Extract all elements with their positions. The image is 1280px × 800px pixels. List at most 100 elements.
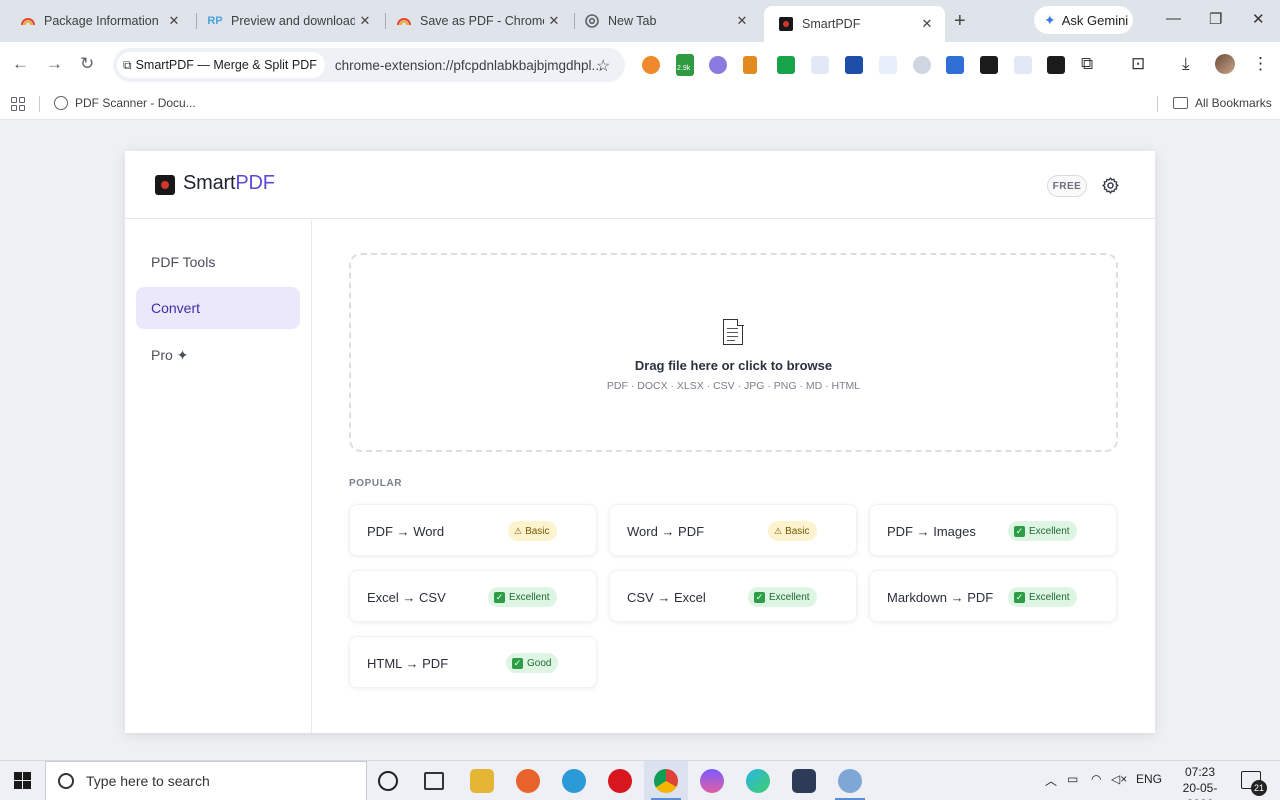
tool-card-pdf-to-word[interactable]: PDF → Word ⚠ Basic bbox=[349, 504, 597, 556]
shield-blue-icon[interactable] bbox=[845, 56, 863, 74]
file-dropzone[interactable]: Drag file here or click to browse PDF · … bbox=[349, 253, 1118, 452]
checkmark-icon: ✓ bbox=[494, 591, 505, 603]
clock-time: 07:23 bbox=[1184, 765, 1216, 779]
checkmark-icon: ✓ bbox=[754, 591, 765, 603]
minimize-icon[interactable]: — bbox=[1166, 10, 1181, 27]
volume-icon[interactable]: ◁× bbox=[1111, 772, 1127, 786]
quality-label: Excellent bbox=[1029, 525, 1070, 537]
task-view-icon[interactable] bbox=[424, 772, 444, 790]
chevron-up-icon[interactable]: ︿ bbox=[1045, 772, 1057, 789]
address-bar[interactable]: ⧉ SmartPDF — Merge & Split PDF chrome-ex… bbox=[113, 48, 625, 82]
green-flag-icon[interactable] bbox=[777, 56, 795, 74]
drop-app-icon[interactable] bbox=[700, 769, 724, 793]
close-icon[interactable]: ✕ bbox=[355, 13, 375, 29]
settings-gear-icon[interactable] bbox=[1101, 176, 1120, 195]
site-info-chip[interactable]: ⧉ SmartPDF — Merge & Split PDF bbox=[117, 52, 325, 78]
warning-icon: ⚠ bbox=[514, 525, 523, 536]
search-icon bbox=[58, 773, 74, 789]
translate-icon[interactable] bbox=[1014, 56, 1032, 74]
back-arrow-icon[interactable]: ← bbox=[12, 54, 29, 74]
browser-tab[interactable]: Package Information ✕ bbox=[6, 7, 192, 35]
opera-icon[interactable] bbox=[608, 769, 632, 793]
tool-card-markdown-to-pdf[interactable]: Markdown → PDF ✓ Excellent bbox=[869, 570, 1117, 622]
file-explorer-icon[interactable] bbox=[470, 769, 494, 793]
forward-arrow-icon[interactable]: → bbox=[46, 54, 63, 74]
windows-start-icon[interactable] bbox=[14, 772, 31, 789]
site-name: SmartPDF — Merge & Split PDF bbox=[135, 58, 317, 72]
extensions-puzzle-icon[interactable]: ⧉ bbox=[1081, 54, 1093, 74]
reload-icon[interactable]: ↻ bbox=[80, 54, 94, 74]
quality-label: Excellent bbox=[1029, 591, 1070, 603]
checkmark-icon: ✓ bbox=[1014, 591, 1025, 603]
tool-card-word-to-pdf[interactable]: Word → PDF ⚠ Basic bbox=[609, 504, 857, 556]
plan-badge: FREE bbox=[1047, 175, 1087, 197]
close-icon[interactable]: ✕ bbox=[732, 13, 752, 29]
restore-icon[interactable]: ❐ bbox=[1209, 10, 1222, 28]
browser-tab-active[interactable]: SmartPDF ✕ bbox=[764, 6, 945, 42]
quality-badge: ⚠ Basic bbox=[768, 521, 817, 541]
sidebar-item-pro[interactable]: Pro ✦ bbox=[136, 334, 300, 376]
edge-icon[interactable] bbox=[746, 769, 770, 793]
security-shield-icon[interactable] bbox=[913, 56, 931, 74]
bookmark-star-icon[interactable]: ☆ bbox=[596, 56, 610, 76]
browser-tab[interactable]: RP Preview and download i ✕ bbox=[193, 7, 383, 35]
ask-gemini-button[interactable]: ✦ Ask Gemini bbox=[1034, 6, 1133, 34]
rp-icon: RP bbox=[207, 15, 223, 27]
android-studio-icon[interactable] bbox=[792, 769, 816, 793]
dropzone-title: Drag file here or click to browse bbox=[634, 358, 833, 373]
telegram-icon[interactable] bbox=[562, 769, 586, 793]
tool-card-html-to-pdf[interactable]: HTML → PDF ✓ Good bbox=[349, 636, 597, 688]
chrome-icon[interactable] bbox=[654, 769, 678, 793]
sidebar-nav: PDF Tools Convert Pro ✦ bbox=[125, 220, 312, 733]
download-icon[interactable]: ⤓ bbox=[1182, 54, 1190, 74]
wifi-icon[interactable]: ◠ bbox=[1091, 772, 1101, 786]
smartpdf-extension-icon[interactable] bbox=[980, 56, 998, 74]
popular-section-label: POPULAR bbox=[349, 478, 403, 489]
tool-card-excel-to-csv[interactable]: Excel → CSV ✓ Excellent bbox=[349, 570, 597, 622]
taskbar-search-box[interactable]: Type here to search bbox=[45, 761, 367, 800]
document-icon bbox=[723, 318, 744, 345]
browser-tab[interactable]: Save as PDF - Chrome W ✕ bbox=[382, 7, 572, 35]
all-bookmarks-button[interactable]: All Bookmarks bbox=[1173, 96, 1272, 110]
image-tool-icon[interactable] bbox=[946, 56, 964, 74]
supported-formats: PDF · DOCX · XLSX · CSV · JPG · PNG · MD… bbox=[606, 380, 861, 392]
notification-count: 21 bbox=[1251, 780, 1267, 796]
profile-avatar[interactable] bbox=[1215, 54, 1235, 74]
tool-card-pdf-to-images[interactable]: PDF → Images ✓ Excellent bbox=[869, 504, 1117, 556]
brand-name: SmartPDF bbox=[183, 172, 275, 195]
url-text[interactable]: chrome-extension://pfcpdnlabkbajbjmgdhpl… bbox=[335, 58, 603, 73]
smartpdf-logo-icon bbox=[155, 175, 175, 195]
sidebar-item-convert[interactable]: Convert bbox=[136, 287, 300, 329]
smartpdf-app: SmartPDF FREE PDF Tools Convert Pro ✦ Dr… bbox=[125, 151, 1155, 733]
gemini-label: Ask Gemini bbox=[1061, 12, 1129, 28]
close-icon[interactable]: ✕ bbox=[544, 13, 564, 29]
extension-badge-icon[interactable]: 2.9k bbox=[676, 54, 694, 76]
sidebar-item-pdf-tools[interactable]: PDF Tools bbox=[136, 241, 300, 283]
apps-grid-icon[interactable] bbox=[11, 97, 25, 111]
bookmarks-bar: PDF Scanner - Docu... All Bookmarks bbox=[0, 88, 1280, 120]
firefox-icon[interactable] bbox=[516, 769, 540, 793]
browser-tab[interactable]: New Tab ✕ bbox=[570, 7, 760, 35]
smartpdf-extension-icon[interactable] bbox=[1047, 56, 1065, 74]
tool-name: PDF → Word bbox=[367, 524, 445, 539]
window-close-icon[interactable]: ✕ bbox=[1252, 10, 1265, 28]
new-tab-button[interactable]: + bbox=[954, 10, 966, 33]
cortana-circle-icon[interactable] bbox=[378, 771, 398, 791]
language-indicator[interactable]: ENG bbox=[1136, 772, 1162, 786]
coin-icon[interactable] bbox=[743, 56, 757, 74]
feather-icon[interactable] bbox=[709, 56, 727, 74]
bookmark-item[interactable]: PDF Scanner - Docu... bbox=[54, 96, 196, 110]
paint-icon[interactable] bbox=[838, 769, 862, 793]
menu-kebab-icon[interactable]: ⋮ bbox=[1252, 54, 1269, 74]
translate-icon[interactable] bbox=[811, 56, 829, 74]
battery-icon[interactable]: ▭ bbox=[1067, 772, 1078, 786]
system-clock[interactable]: 07:23 20-05-2026 bbox=[1170, 764, 1230, 800]
tool-name: Word → PDF bbox=[627, 524, 705, 539]
wifi-signal-icon[interactable] bbox=[879, 56, 897, 74]
metamask-fox-icon[interactable] bbox=[642, 56, 660, 74]
tab-search-icon[interactable]: ⊡ bbox=[1131, 54, 1145, 74]
close-icon[interactable]: ✕ bbox=[917, 16, 937, 32]
tool-card-csv-to-excel[interactable]: CSV → Excel ✓ Excellent bbox=[609, 570, 857, 622]
close-icon[interactable]: ✕ bbox=[164, 13, 184, 29]
quality-label: Basic bbox=[525, 525, 550, 537]
